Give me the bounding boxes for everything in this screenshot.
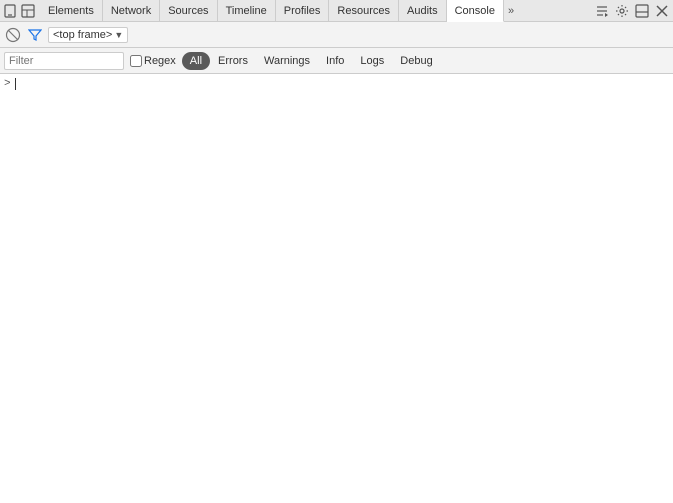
console-caret: > (4, 78, 11, 90)
frame-selector[interactable]: <top frame> ▼ (48, 27, 128, 43)
mobile-icon[interactable] (2, 3, 18, 19)
tab-elements[interactable]: Elements (40, 0, 103, 22)
tab-timeline[interactable]: Timeline (218, 0, 276, 22)
run-button[interactable] (593, 2, 611, 20)
tab-resources[interactable]: Resources (329, 0, 399, 22)
filter-input[interactable] (4, 52, 124, 70)
tab-sources[interactable]: Sources (160, 0, 217, 22)
tab-bar: Elements Network Sources Timeline Profil… (0, 0, 673, 22)
level-errors-button[interactable]: Errors (210, 52, 256, 70)
console-prompt: > (4, 78, 669, 90)
toolbar: <top frame> ▼ (0, 22, 673, 48)
regex-checkbox-input[interactable] (130, 55, 142, 67)
tab-console[interactable]: Console (447, 0, 504, 22)
level-info-button[interactable]: Info (318, 52, 352, 70)
tab-actions (593, 2, 671, 20)
level-warnings-button[interactable]: Warnings (256, 52, 318, 70)
close-icon[interactable] (653, 2, 671, 20)
level-logs-button[interactable]: Logs (352, 52, 392, 70)
console-area[interactable]: > (0, 74, 673, 503)
console-cursor (15, 78, 16, 90)
filter-icon[interactable] (26, 26, 44, 44)
regex-checkbox[interactable]: Regex (130, 55, 176, 67)
tab-overflow[interactable]: » (504, 3, 518, 19)
filter-bar: Regex All Errors Warnings Info Logs Debu… (0, 48, 673, 74)
filter-levels: All Errors Warnings Info Logs Debug (182, 52, 441, 70)
frame-selector-arrow-icon: ▼ (114, 30, 123, 40)
inspect-icon[interactable] (20, 3, 36, 19)
tab-profiles[interactable]: Profiles (276, 0, 330, 22)
clear-console-icon[interactable] (4, 26, 22, 44)
tab-network[interactable]: Network (103, 0, 160, 22)
tab-bar-icons (2, 3, 36, 19)
level-debug-button[interactable]: Debug (392, 52, 440, 70)
dock-icon[interactable] (633, 2, 651, 20)
tab-audits[interactable]: Audits (399, 0, 447, 22)
settings-icon[interactable] (613, 2, 631, 20)
level-all-button[interactable]: All (182, 52, 210, 70)
